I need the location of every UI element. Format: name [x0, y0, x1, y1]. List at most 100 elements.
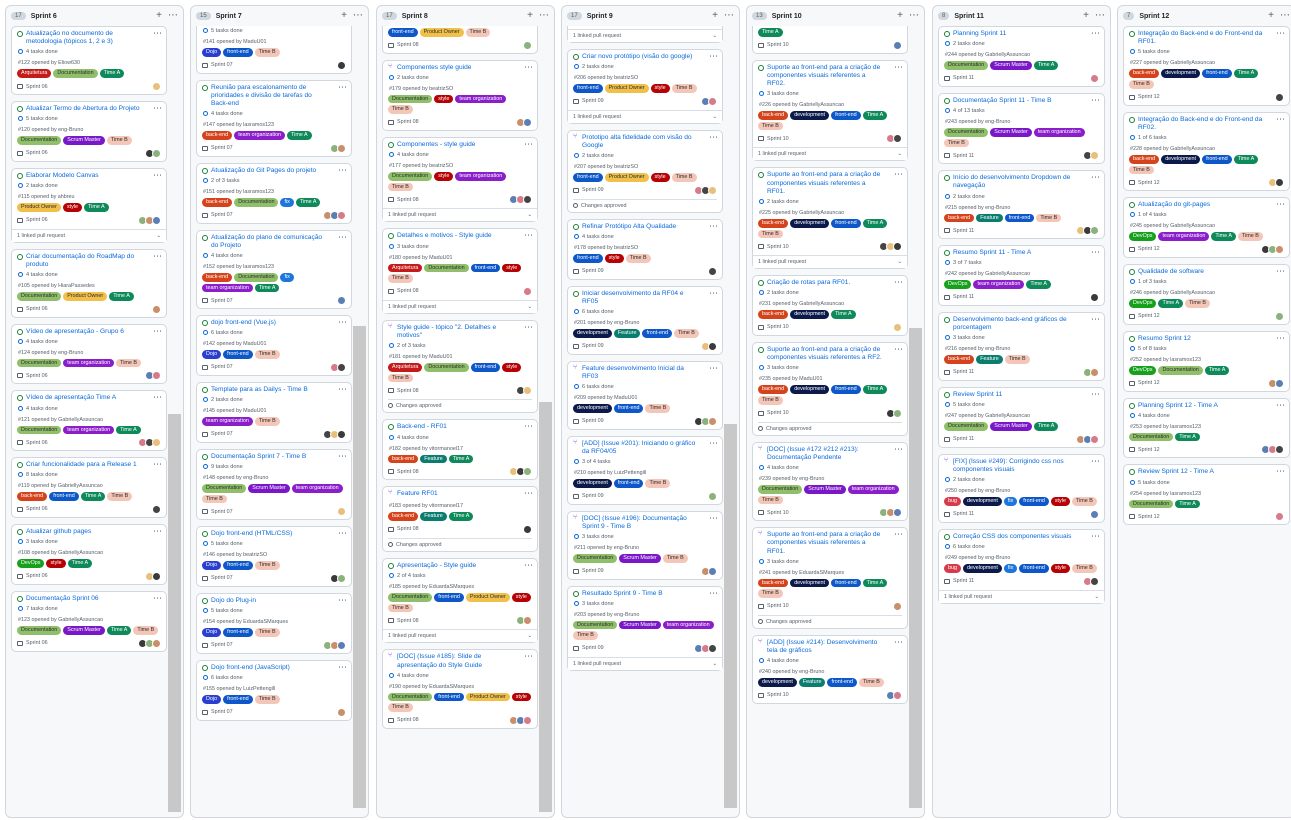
issue-card[interactable]: ⋯ Review Sprint 11 5 tasks done #247 opened… — [938, 386, 1105, 448]
avatar[interactable] — [708, 566, 717, 576]
issue-card[interactable]: ⋯ ⑂ Feature desenvolvimento Inicial da RF0… — [567, 360, 723, 430]
label-chip[interactable]: Time B — [388, 105, 413, 114]
label-chip[interactable]: Time B — [671, 84, 697, 93]
label-chip[interactable]: team organization — [455, 172, 507, 181]
label-chip[interactable]: style — [1050, 563, 1070, 573]
label-chip[interactable]: Arquitetura — [388, 263, 423, 273]
avatar[interactable] — [337, 429, 346, 439]
linked-pull-request-toggle[interactable]: 1 linked pull request ⌄ — [383, 629, 537, 643]
label-chip[interactable]: Time A — [862, 219, 888, 228]
label-chip[interactable]: front-end — [1202, 69, 1232, 78]
label-chip[interactable]: front-end — [642, 329, 673, 338]
label-chip[interactable]: Documentation — [388, 94, 433, 104]
card-title-link[interactable]: Componentes - style guide — [388, 141, 532, 149]
avatar[interactable] — [1275, 445, 1284, 455]
assignee-avatars[interactable] — [1275, 92, 1284, 102]
card-title-link[interactable]: Atualizar Termo de Abertura do Projeto — [17, 105, 161, 113]
label-chip[interactable]: Product Owner — [419, 28, 464, 37]
card-title-link[interactable]: Integração do Back-end e do Front-end da… — [1129, 30, 1284, 46]
label-chip[interactable]: back-end — [1129, 155, 1160, 164]
avatar[interactable] — [152, 371, 161, 381]
assignee-avatars[interactable] — [1268, 178, 1284, 188]
label-chip[interactable]: front-end — [1004, 213, 1035, 223]
issue-card[interactable]: ⋯ Criar funcionalidade para a Release 18 … — [11, 457, 167, 518]
assignee-avatars[interactable] — [1261, 445, 1284, 455]
issue-card[interactable]: ⋯ Atualização do Git Pages do projeto 2 of… — [196, 162, 352, 224]
label-chip[interactable]: Time A — [862, 385, 888, 394]
issue-card[interactable]: ⋯ ⑂ Prototipo alta fidelidade com visão do… — [567, 129, 723, 213]
issue-card[interactable]: ⋯ Vídeo de apresentação - Grupo 64 tasks … — [11, 323, 167, 385]
avatar[interactable] — [1090, 292, 1099, 302]
assignee-avatars[interactable] — [1275, 311, 1284, 321]
card-title-link[interactable]: Vídeo de apresentação Time A — [17, 394, 161, 402]
label-chip[interactable]: Time A — [1175, 432, 1200, 442]
avatar[interactable] — [523, 715, 532, 725]
label-chip[interactable]: front-end — [470, 263, 501, 273]
label-chip[interactable]: Documentation — [53, 69, 98, 78]
label-chip[interactable]: team organization — [455, 94, 507, 104]
label-chip[interactable]: development — [790, 111, 830, 120]
card-title-link[interactable]: Documentação Sprint 11 - Time B — [944, 97, 1099, 105]
label-chip[interactable]: DevOps — [1129, 232, 1157, 241]
assignee-avatars[interactable] — [516, 386, 532, 396]
label-chip[interactable]: back-end — [758, 310, 789, 319]
label-chip[interactable]: front-end — [470, 363, 501, 372]
label-chip[interactable]: Time B — [106, 136, 132, 145]
card-title-link[interactable]: Atualização do git-pages — [1129, 201, 1284, 209]
add-item-plus-icon[interactable]: + — [341, 11, 347, 21]
label-chip[interactable]: Time A — [116, 425, 141, 435]
issue-card[interactable]: ⋯ Atualização do git-pages 1 of 4 tasks #24… — [1123, 197, 1290, 258]
add-item-plus-icon[interactable]: + — [1268, 11, 1274, 21]
linked-pull-request-toggle[interactable]: 1 linked pull request ⌄ — [939, 589, 1104, 603]
label-chip[interactable]: style — [434, 172, 454, 181]
label-chip[interactable]: Documentation — [424, 363, 469, 372]
assignee-avatars[interactable] — [330, 573, 346, 583]
issue-card[interactable]: ⋯ Documentação Sprint 7 - Time B9 tasks d… — [196, 448, 352, 521]
assignee-avatars[interactable] — [145, 571, 161, 581]
issue-card[interactable]: ⋯ Qualidade de software 1 of 3 tasks #246 o… — [1123, 263, 1290, 325]
avatar[interactable] — [337, 640, 346, 650]
avatar[interactable] — [1275, 378, 1284, 388]
issue-card[interactable]: ⋯ ⑂ [ADD] (Issue #201): Iniciando o gráfic… — [567, 435, 723, 505]
label-chip[interactable]: Time B — [254, 417, 280, 426]
card-title-link[interactable]: Dojo front-end (HTML/CSS) — [202, 530, 346, 538]
avatar[interactable] — [1090, 576, 1099, 586]
linked-pull-request-toggle[interactable]: 1 linked pull request ⌄ — [383, 299, 537, 313]
issue-card[interactable]: ⋯ Review Sprint 12 - Time A5 tasks done #2… — [1123, 464, 1290, 526]
card-title-link[interactable]: Suporte ao front-end para a criação de c… — [758, 171, 902, 196]
assignee-avatars[interactable] — [1090, 509, 1099, 519]
card-title-link[interactable]: ⑂ Componentes style guide — [388, 63, 532, 72]
assignee-avatars[interactable] — [145, 148, 161, 158]
issue-card[interactable]: ⋯ Criar documentação do RoadMap do produt… — [11, 248, 167, 318]
card-title-link[interactable]: Resumo Sprint 11 - Time A — [944, 249, 1099, 257]
label-chip[interactable]: Documentation — [388, 593, 433, 602]
card-title-link[interactable]: Atualização do plano de comunicação do P… — [202, 234, 346, 250]
label-chip[interactable]: Time A — [758, 28, 783, 37]
label-chip[interactable]: Time B — [254, 628, 280, 637]
label-chip[interactable]: Scrum Master — [619, 554, 661, 563]
issue-card[interactable]: ⋯ Refinar Protótipo Alta Qualidade 4 tasks… — [567, 218, 723, 280]
card-title-link[interactable]: Atualizar github pages — [17, 528, 161, 536]
column-scrollbar[interactable] — [353, 326, 366, 808]
label-chip[interactable]: Scrum Master — [63, 625, 105, 635]
label-chip[interactable]: back-end — [944, 355, 975, 364]
label-chip[interactable]: back-end — [758, 111, 789, 120]
label-chip[interactable]: DevOps — [17, 559, 45, 568]
issue-card[interactable]: ⋯ Documentação Sprint 11 - Time B4 of 13 … — [938, 92, 1105, 165]
linked-pull-request-toggle[interactable]: 1 linked pull request ⌄ — [753, 147, 907, 161]
card-title-link[interactable]: ⑂ [DOC] (Issue #185): Slide de apresentaç… — [388, 652, 532, 669]
assignee-avatars[interactable] — [1083, 151, 1099, 161]
assignee-avatars[interactable] — [708, 266, 717, 276]
assignee-avatars[interactable] — [893, 40, 902, 50]
label-chip[interactable]: front-end — [573, 173, 603, 182]
add-item-plus-icon[interactable]: + — [897, 11, 903, 21]
label-chip[interactable]: fix — [1003, 497, 1018, 506]
label-chip[interactable]: back-end — [202, 273, 233, 282]
label-chip[interactable]: Time B — [465, 28, 491, 37]
avatar[interactable] — [708, 266, 717, 276]
card-title-link[interactable]: Desenvolvimento back-end gráficos de por… — [944, 316, 1099, 332]
label-chip[interactable]: Documentation — [388, 692, 433, 702]
label-chip[interactable]: Time B — [758, 589, 783, 598]
label-chip[interactable]: Scrum Master — [63, 136, 105, 145]
label-chip[interactable]: development — [1161, 155, 1201, 164]
